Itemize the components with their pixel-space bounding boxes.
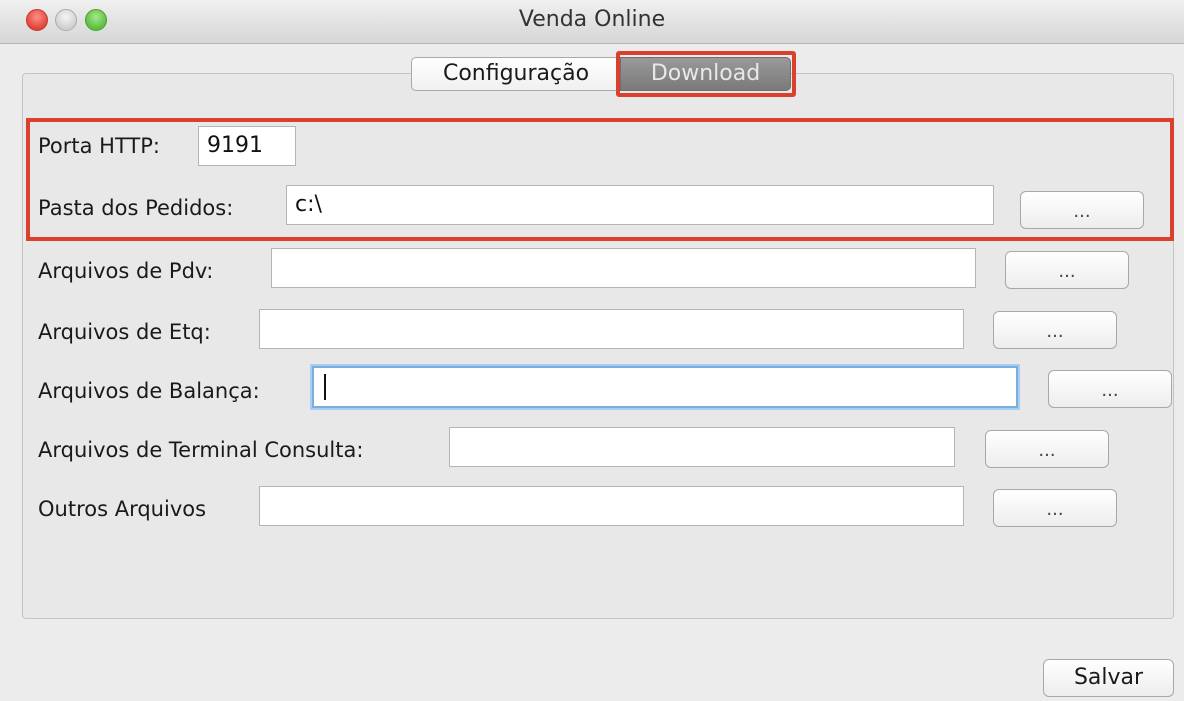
outros-arquivos-browse-button[interactable]: ... [993, 489, 1117, 527]
text-caret [324, 374, 326, 400]
window-title: Venda Online [518, 7, 666, 32]
arquivos-balanca-label: Arquivos de Balança: [38, 379, 260, 403]
fields-highlight [26, 118, 1174, 241]
arquivos-pdv-input[interactable] [271, 248, 976, 288]
outros-arquivos-label: Outros Arquivos [38, 497, 207, 521]
arquivos-pdv-label: Arquivos de Pdv: [38, 259, 214, 283]
arquivos-terminal-browse-button[interactable]: ... [985, 430, 1109, 468]
arquivos-pdv-browse-button[interactable]: ... [1005, 251, 1129, 289]
download-tab-highlight [616, 51, 796, 97]
arquivos-etq-label: Arquivos de Etq: [38, 320, 211, 344]
tab-configuracao[interactable]: Configuração [411, 57, 621, 91]
outros-arquivos-input[interactable] [259, 486, 964, 526]
arquivos-balanca-input[interactable] [312, 366, 1018, 408]
arquivos-balanca-browse-button[interactable]: ... [1048, 370, 1172, 408]
arquivos-etq-input[interactable] [259, 309, 964, 349]
title-bar: Venda Online [0, 0, 1184, 44]
arquivos-terminal-label: Arquivos de Terminal Consulta: [38, 438, 364, 462]
arquivos-terminal-input[interactable] [449, 427, 955, 467]
save-button[interactable]: Salvar [1043, 659, 1174, 697]
arquivos-etq-browse-button[interactable]: ... [993, 311, 1117, 349]
